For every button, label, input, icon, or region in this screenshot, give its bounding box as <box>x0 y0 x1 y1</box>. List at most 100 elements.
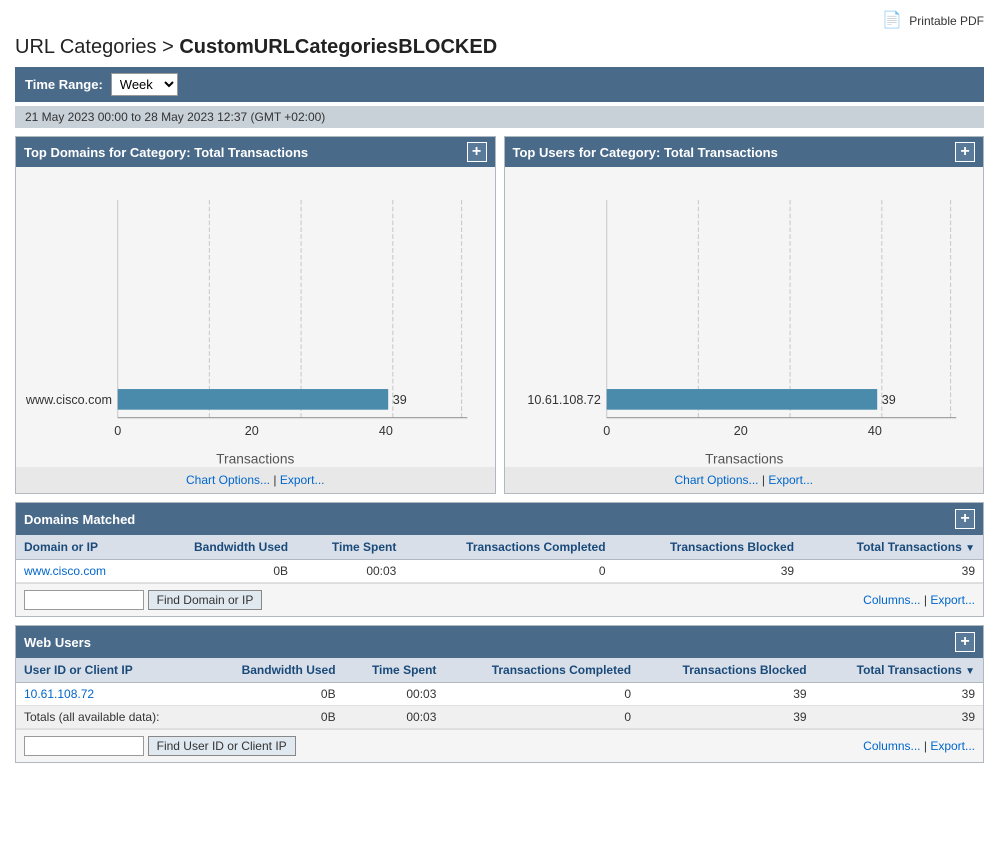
web-users-find-input[interactable] <box>24 736 144 756</box>
page-title-bold: CustomURLCategoriesBLOCKED <box>179 36 497 58</box>
user-tx-completed-cell: 0 <box>444 683 639 706</box>
time-range-label: Time Range: <box>25 77 103 92</box>
top-domains-export-link[interactable]: Export... <box>280 473 325 487</box>
toolbar: Time Range: Day Week Month Year <box>15 67 984 102</box>
top-domains-chart-panel: Top Domains for Category: Total Transact… <box>15 136 496 494</box>
domains-footer-links: Columns... | Export... <box>863 593 975 607</box>
web-users-table: User ID or Client IP Bandwidth Used Time… <box>16 658 983 729</box>
web-users-footer-links: Columns... | Export... <box>863 739 975 753</box>
svg-text:0: 0 <box>603 424 610 438</box>
domains-export-link[interactable]: Export... <box>930 593 975 607</box>
svg-text:0: 0 <box>114 424 121 438</box>
top-users-chart-container: 39 10.61.108.72 0 20 40 Transactions <box>515 177 974 457</box>
web-users-section-title: Web Users <box>24 635 91 650</box>
domain-cell: www.cisco.com <box>16 560 148 583</box>
time-spent-cell: 00:03 <box>296 560 404 583</box>
tx-total-cell: 39 <box>802 560 983 583</box>
totals-tx-total-cell: 39 <box>815 706 983 729</box>
svg-text:10.61.108.72: 10.61.108.72 <box>527 393 601 407</box>
top-domains-chart-options-link[interactable]: Chart Options... <box>186 473 270 487</box>
domains-table: Domain or IP Bandwidth Used Time Spent T… <box>16 535 983 583</box>
top-users-chart-panel: Top Users for Category: Total Transactio… <box>504 136 985 494</box>
svg-text:20: 20 <box>733 424 747 438</box>
totals-label-cell: Totals (all available data): <box>16 706 206 729</box>
totals-bandwidth-cell: 0B <box>206 706 344 729</box>
page-title-prefix: URL Categories > <box>15 36 179 58</box>
top-users-chart-body: 39 10.61.108.72 0 20 40 Transactions <box>505 167 984 467</box>
top-domains-add-button[interactable]: + <box>467 142 487 162</box>
domains-section-header: Domains Matched + <box>16 503 983 535</box>
domains-col-tx-completed[interactable]: Transactions Completed <box>404 535 613 560</box>
web-users-table-footer: Find User ID or Client IP Columns... | E… <box>16 729 983 762</box>
domains-find-input[interactable] <box>24 590 144 610</box>
web-users-table-body: 10.61.108.72 0B 00:03 0 39 39 Totals (al… <box>16 683 983 729</box>
users-col-userid[interactable]: User ID or Client IP <box>16 658 206 683</box>
top-domains-chart-title: Top Domains for Category: Total Transact… <box>24 145 308 160</box>
users-col-tx-completed[interactable]: Transactions Completed <box>444 658 639 683</box>
users-col-tx-blocked[interactable]: Transactions Blocked <box>639 658 814 683</box>
time-range-select[interactable]: Day Week Month Year <box>111 73 178 96</box>
user-id-cell: 10.61.108.72 <box>16 683 206 706</box>
totals-tx-blocked-cell: 39 <box>639 706 814 729</box>
page-title: URL Categories > CustomURLCategoriesBLOC… <box>15 36 984 59</box>
top-domains-svg: 39 www.cisco.com 0 20 40 Transactions <box>26 177 484 475</box>
top-domains-chart-body: 39 www.cisco.com 0 20 40 Transactions <box>16 167 495 467</box>
tx-blocked-cell: 39 <box>614 560 803 583</box>
svg-text:39: 39 <box>393 393 407 407</box>
top-domains-chart-header: Top Domains for Category: Total Transact… <box>16 137 495 167</box>
domains-find-controls: Find Domain or IP <box>24 590 262 610</box>
domains-col-domain[interactable]: Domain or IP <box>16 535 148 560</box>
web-users-find-controls: Find User ID or Client IP <box>24 736 296 756</box>
domains-find-button[interactable]: Find Domain or IP <box>148 590 263 610</box>
pdf-icon: 📄 <box>882 12 902 29</box>
svg-text:20: 20 <box>245 424 259 438</box>
tx-completed-cell: 0 <box>404 560 613 583</box>
users-col-time-spent[interactable]: Time Spent <box>344 658 445 683</box>
table-row: 10.61.108.72 0B 00:03 0 39 39 <box>16 683 983 706</box>
top-domains-chart-container: 39 www.cisco.com 0 20 40 Transactions <box>26 177 485 457</box>
domains-add-button[interactable]: + <box>955 509 975 529</box>
svg-text:40: 40 <box>867 424 881 438</box>
user-tx-total-cell: 39 <box>815 683 983 706</box>
totals-row: Totals (all available data): 0B 00:03 0 … <box>16 706 983 729</box>
domains-table-footer: Find Domain or IP Columns... | Export... <box>16 583 983 616</box>
domains-col-tx-total[interactable]: Total Transactions ▼ <box>802 535 983 560</box>
pdf-link-label: Printable PDF <box>909 14 984 28</box>
printable-pdf-link[interactable]: 📄 Printable PDF <box>882 14 984 28</box>
domains-columns-link[interactable]: Columns... <box>863 593 920 607</box>
users-col-bandwidth[interactable]: Bandwidth Used <box>206 658 344 683</box>
domains-col-bandwidth[interactable]: Bandwidth Used <box>148 535 296 560</box>
users-col-tx-total[interactable]: Total Transactions ▼ <box>815 658 983 683</box>
domains-table-head: Domain or IP Bandwidth Used Time Spent T… <box>16 535 983 560</box>
totals-time-spent-cell: 00:03 <box>344 706 445 729</box>
top-users-chart-options-link[interactable]: Chart Options... <box>674 473 758 487</box>
top-users-export-link[interactable]: Export... <box>768 473 813 487</box>
web-users-find-button[interactable]: Find User ID or Client IP <box>148 736 296 756</box>
web-users-columns-link[interactable]: Columns... <box>863 739 920 753</box>
web-users-section: Web Users + User ID or Client IP Bandwid… <box>15 625 984 763</box>
domains-section-title: Domains Matched <box>24 512 135 527</box>
totals-tx-completed-cell: 0 <box>444 706 639 729</box>
table-row: www.cisco.com 0B 00:03 0 39 39 <box>16 560 983 583</box>
svg-text:40: 40 <box>379 424 393 438</box>
sort-icon: ▼ <box>965 543 975 554</box>
sort-icon-users: ▼ <box>965 666 975 677</box>
user-tx-blocked-cell: 39 <box>639 683 814 706</box>
domains-table-body: www.cisco.com 0B 00:03 0 39 39 <box>16 560 983 583</box>
web-users-section-header: Web Users + <box>16 626 983 658</box>
top-users-add-button[interactable]: + <box>955 142 975 162</box>
web-users-export-link[interactable]: Export... <box>930 739 975 753</box>
top-users-chart-header: Top Users for Category: Total Transactio… <box>505 137 984 167</box>
web-users-add-button[interactable]: + <box>955 632 975 652</box>
user-id-link[interactable]: 10.61.108.72 <box>24 687 94 701</box>
domains-section: Domains Matched + Domain or IP Bandwidth… <box>15 502 984 617</box>
domains-col-time-spent[interactable]: Time Spent <box>296 535 404 560</box>
domains-col-tx-blocked[interactable]: Transactions Blocked <box>614 535 803 560</box>
bandwidth-cell: 0B <box>148 560 296 583</box>
top-users-chart-title: Top Users for Category: Total Transactio… <box>513 145 778 160</box>
date-range: 21 May 2023 00:00 to 28 May 2023 12:37 (… <box>15 106 984 128</box>
domain-link[interactable]: www.cisco.com <box>24 564 106 578</box>
user-bandwidth-cell: 0B <box>206 683 344 706</box>
svg-text:www.cisco.com: www.cisco.com <box>26 393 112 407</box>
svg-text:39: 39 <box>881 393 895 407</box>
